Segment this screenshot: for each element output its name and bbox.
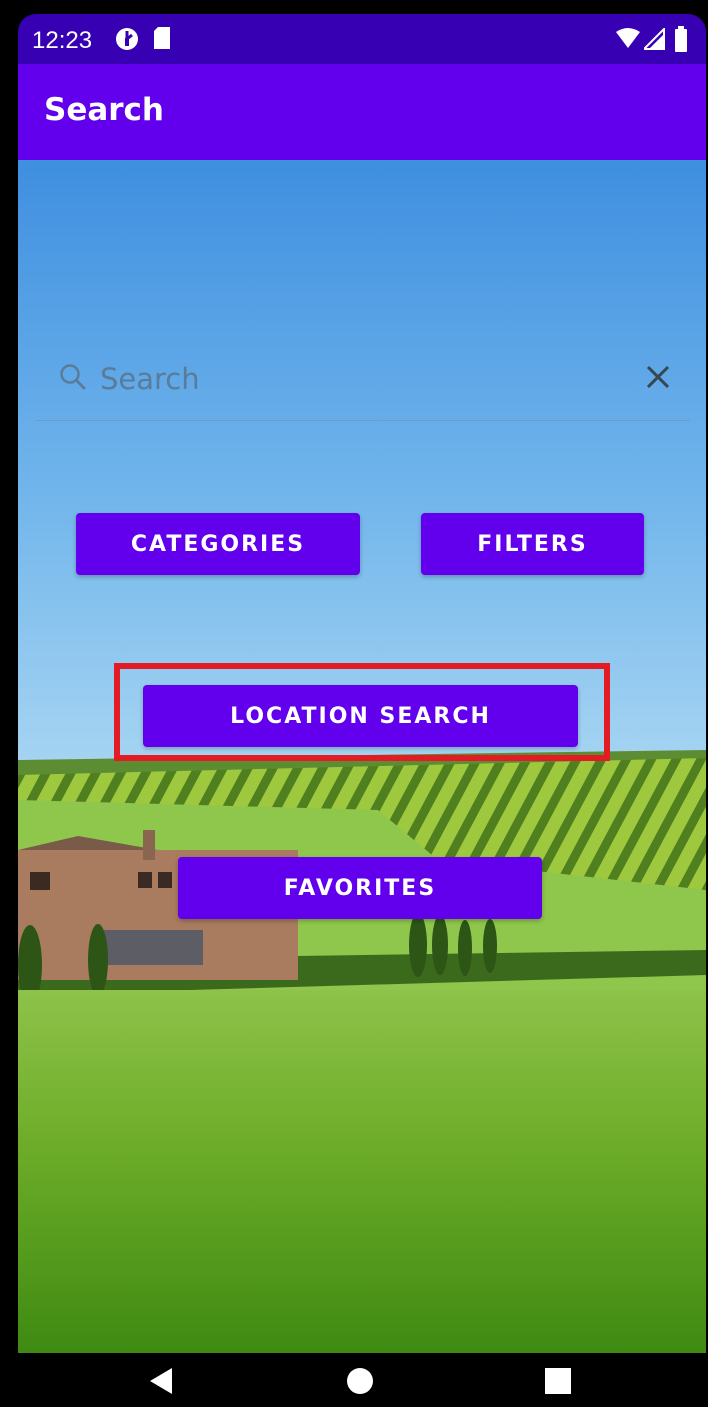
signal-icon xyxy=(641,26,666,57)
sd-card-icon xyxy=(152,26,172,57)
search-icon xyxy=(58,362,88,397)
data-saver-icon xyxy=(114,26,140,59)
landscape-background xyxy=(18,160,706,1353)
status-bar: 12:23 xyxy=(18,14,706,64)
recents-icon[interactable] xyxy=(545,1368,571,1399)
filters-button[interactable]: FILTERS xyxy=(421,513,644,575)
close-icon[interactable] xyxy=(644,363,672,396)
app-title: Search xyxy=(44,92,165,128)
wifi-icon xyxy=(616,28,640,57)
location-search-button[interactable]: LOCATION SEARCH xyxy=(143,685,578,747)
status-time: 12:23 xyxy=(32,27,93,54)
back-icon[interactable] xyxy=(148,1367,174,1400)
device-frame: 12:23 Search Search CATEGORIES FILTERS L… xyxy=(0,0,708,1407)
search-bar xyxy=(36,340,690,421)
battery-icon xyxy=(674,26,688,59)
home-icon[interactable] xyxy=(346,1367,374,1400)
phone-screen: 12:23 Search Search CATEGORIES FILTERS L… xyxy=(18,14,706,1353)
categories-button[interactable]: CATEGORIES xyxy=(76,513,360,575)
favorites-button[interactable]: FAVORITES xyxy=(178,857,542,919)
navigation-bar xyxy=(0,1353,708,1407)
content-area: CATEGORIES FILTERS LOCATION SEARCH FAVOR… xyxy=(18,160,706,1353)
search-input[interactable] xyxy=(98,356,622,402)
app-bar: Search xyxy=(18,64,706,160)
